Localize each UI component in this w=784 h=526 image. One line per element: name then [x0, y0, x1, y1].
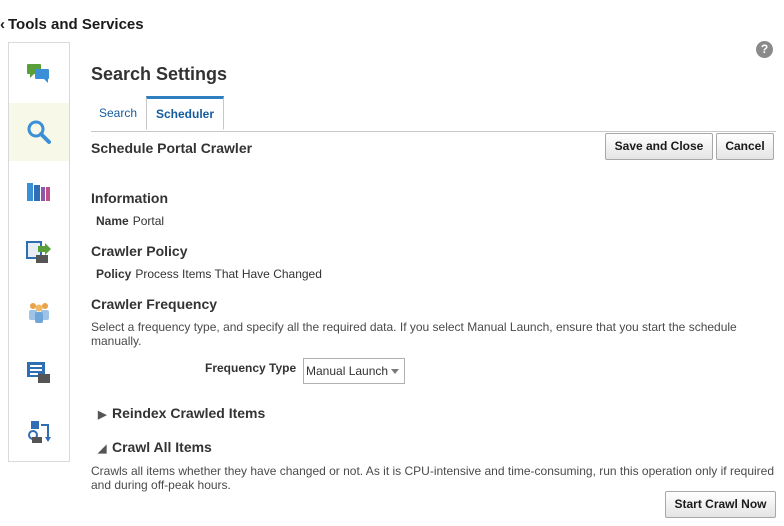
- library-icon: [27, 183, 50, 201]
- save-and-close-button[interactable]: Save and Close: [605, 133, 713, 160]
- crawl-all-title: Crawl All Items: [112, 439, 212, 455]
- policy-row: Policy Process Items That Have Changed: [96, 267, 322, 281]
- start-crawl-now-button[interactable]: Start Crawl Now: [665, 491, 776, 518]
- frequency-type-select[interactable]: Manual Launch: [303, 358, 405, 384]
- group-icon: [29, 303, 49, 323]
- policy-label: Policy: [96, 267, 132, 281]
- frequency-type-label: Frequency Type: [205, 361, 297, 375]
- sidebar-item-library[interactable]: [9, 163, 69, 221]
- crawl-all-disclosure[interactable]: ◢ Crawl All Items: [98, 439, 212, 455]
- cancel-button[interactable]: Cancel: [716, 133, 774, 160]
- tools-sidebar: [8, 42, 70, 462]
- name-label: Name: [96, 214, 129, 228]
- sidebar-item-reports[interactable]: [9, 343, 69, 401]
- tab-search[interactable]: Search: [99, 97, 137, 130]
- crawler-policy-heading: Crawler Policy: [91, 243, 188, 259]
- reindex-title: Reindex Crawled Items: [112, 405, 266, 421]
- back-chevron-icon[interactable]: ‹: [0, 16, 8, 33]
- search-icon: [27, 120, 51, 144]
- sidebar-item-group[interactable]: [9, 283, 69, 341]
- page-title: Search Settings: [91, 64, 228, 84]
- reindex-disclosure[interactable]: ▶ Reindex Crawled Items: [98, 405, 265, 421]
- sidebar-item-flow[interactable]: [9, 403, 69, 461]
- conversation-icon: [27, 64, 49, 83]
- section-title: Schedule Portal Crawler: [91, 140, 253, 156]
- policy-value: Process Items That Have Changed: [135, 267, 322, 281]
- app-title: ‹ Tools and Services: [0, 16, 144, 33]
- reports-icon: [27, 362, 50, 383]
- information-heading: Information: [91, 190, 168, 206]
- frequency-description: Select a frequency type, and specify all…: [91, 320, 737, 348]
- tab-scheduler[interactable]: Scheduler: [146, 96, 225, 130]
- chevron-down-icon: [391, 369, 399, 374]
- name-row: Name Portal: [96, 214, 164, 228]
- app-title-text: Tools and Services: [8, 16, 144, 33]
- frequency-type-value: Manual Launch: [306, 364, 389, 378]
- expanded-triangle-icon: ◢: [98, 443, 107, 455]
- help-icon[interactable]: ?: [756, 41, 773, 58]
- name-value: Portal: [132, 214, 165, 228]
- flow-icon: [28, 421, 51, 443]
- export-icon: [26, 241, 51, 263]
- sidebar-item-search[interactable]: [9, 103, 69, 161]
- sidebar-item-export[interactable]: [9, 223, 69, 281]
- sidebar-item-conversations[interactable]: [9, 45, 69, 103]
- collapsed-triangle-icon: ▶: [98, 409, 107, 421]
- tab-bar: Search Scheduler: [91, 96, 776, 132]
- crawler-frequency-heading: Crawler Frequency: [91, 296, 218, 312]
- crawl-all-description: Crawls all items whether they have chang…: [91, 464, 774, 492]
